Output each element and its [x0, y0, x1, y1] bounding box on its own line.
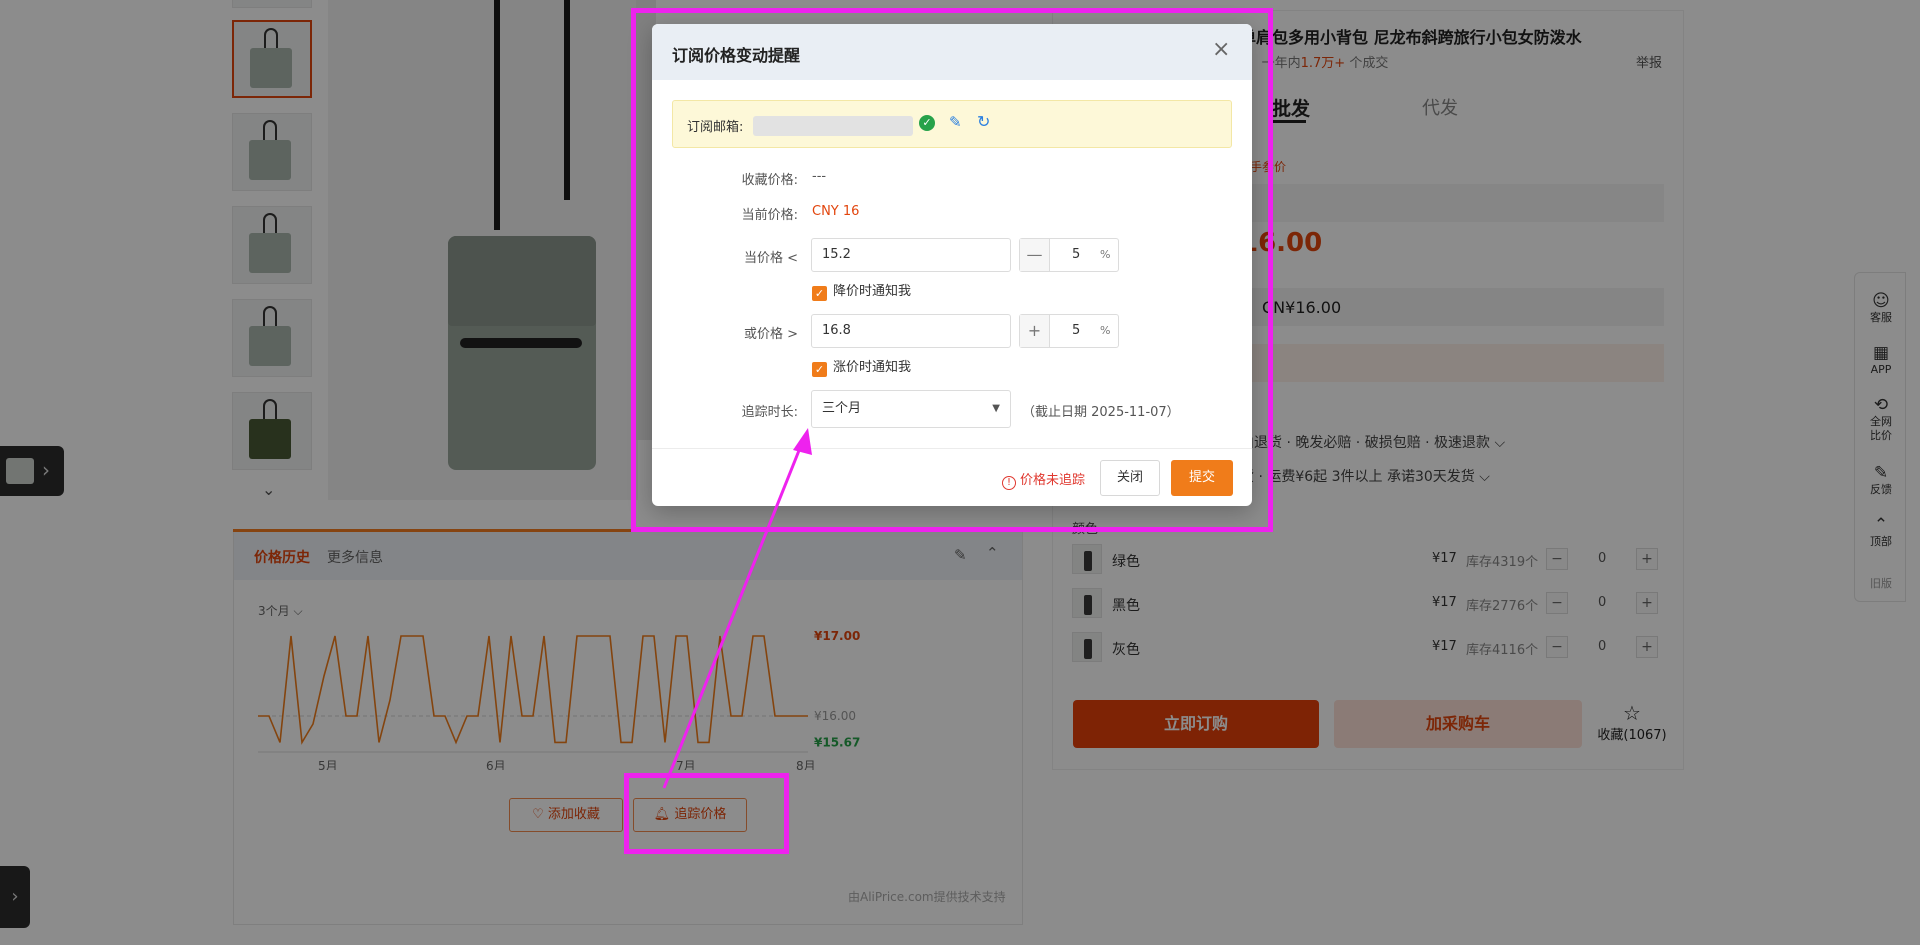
annotation-highlight-dialog: [631, 8, 1273, 532]
annotation-highlight-track-button: [624, 773, 789, 854]
